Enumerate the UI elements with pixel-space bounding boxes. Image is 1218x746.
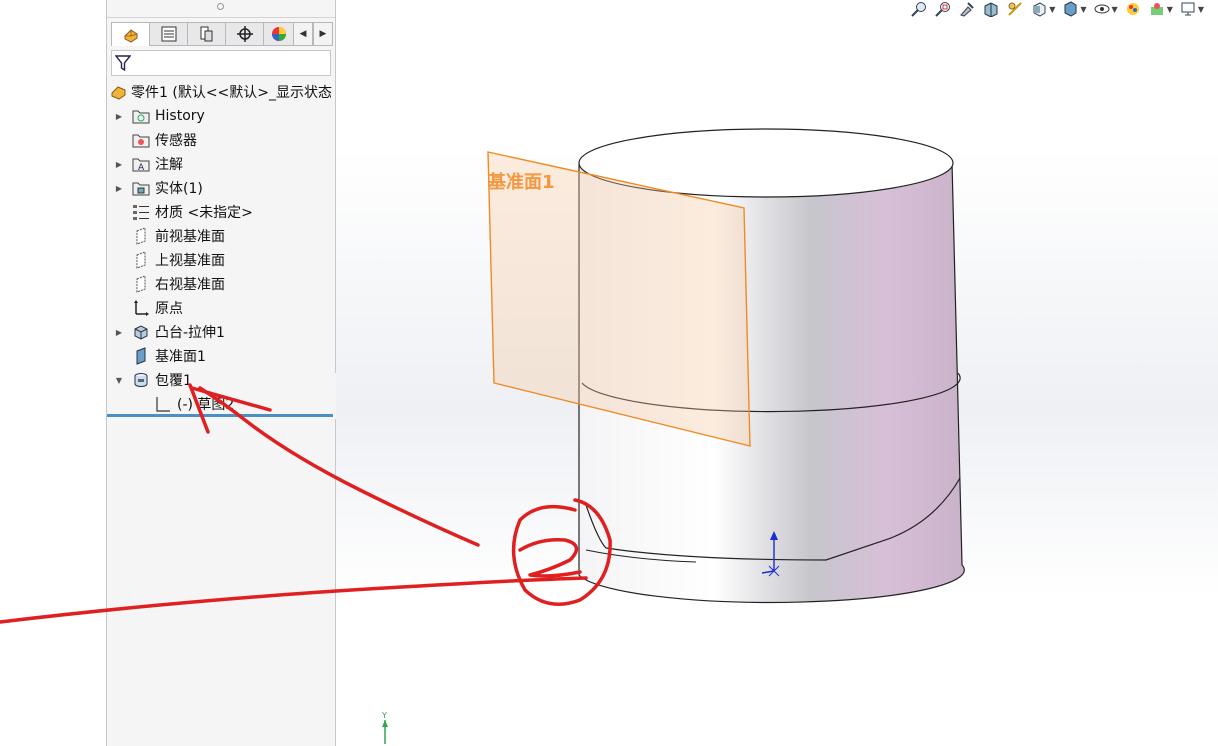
wrap-feature-icon xyxy=(132,371,150,389)
plane-icon xyxy=(132,275,150,293)
triangle-left-icon: ◀ xyxy=(299,29,307,39)
annotation-folder-icon: A xyxy=(132,155,150,173)
configuration-manager-icon xyxy=(200,26,212,42)
panel-divider xyxy=(107,17,335,18)
dimxpert-icon xyxy=(236,26,253,42)
feature-manager-icon xyxy=(124,28,137,43)
feature-manager-panel: ◀ ▶ 零件1 (默认<<默认>_显示状态 ▶ History 传感器 ▶ A … xyxy=(106,0,336,746)
graphics-viewport[interactable]: ▼ ▼ ▼ ▼ ▼ 基准面1 Y xyxy=(336,0,1218,746)
tree-item-top-plane[interactable]: 上视基准面 xyxy=(107,248,335,272)
model-canvas: 基准面1 Y xyxy=(381,128,965,744)
origin-icon xyxy=(132,299,150,317)
tree-item-label: 凸台-拉伸1 xyxy=(155,325,225,341)
tree-item-label: 材质 <未指定> xyxy=(155,205,253,221)
tree-item-label: 基准面1 xyxy=(155,349,206,365)
manager-tab-bar: ◀ ▶ xyxy=(111,22,333,46)
rollback-bar[interactable] xyxy=(107,414,333,417)
tab-scroll-left-button[interactable]: ◀ xyxy=(293,22,313,46)
tab-configuration-manager[interactable] xyxy=(187,22,225,46)
tree-item-solid-bodies[interactable]: ▶ 实体(1) xyxy=(107,176,335,200)
plane-icon xyxy=(132,347,150,365)
expand-arrow-icon[interactable]: ▶ xyxy=(114,327,124,337)
tree-item-label: 右视基准面 xyxy=(155,277,225,293)
tab-property-manager[interactable] xyxy=(149,22,187,46)
tree-item-label: (-) 草图2 xyxy=(177,397,235,413)
tab-scroll-right-button[interactable]: ▶ xyxy=(313,22,333,46)
tree-item-sensors[interactable]: 传感器 xyxy=(107,128,335,152)
tab-display-manager[interactable] xyxy=(263,22,293,46)
svg-text:A: A xyxy=(138,163,145,172)
sketch-icon xyxy=(154,395,172,413)
tab-dimxpert-manager[interactable] xyxy=(225,22,263,46)
tree-item-label: 原点 xyxy=(155,301,183,317)
boss-extrude-icon xyxy=(132,323,150,341)
part-icon xyxy=(110,83,128,101)
triangle-right-icon: ▶ xyxy=(319,29,327,39)
tree-root-label: 零件1 (默认<<默认>_显示状态 xyxy=(131,85,333,101)
triad-y-label: Y xyxy=(381,711,387,720)
view-triad: Y xyxy=(381,711,388,744)
desktop-margin xyxy=(0,0,106,746)
property-manager-icon xyxy=(161,26,176,42)
tree-item-sketch2[interactable]: (-) 草图2 xyxy=(107,392,335,416)
plane-icon xyxy=(132,251,150,269)
solid-bodies-folder-icon xyxy=(132,179,150,197)
tree-item-label: 包覆1 xyxy=(155,373,192,389)
tree-item-label: 实体(1) xyxy=(155,181,203,197)
history-folder-icon xyxy=(132,107,150,125)
material-icon xyxy=(132,203,150,221)
expand-arrow-icon[interactable]: ▶ xyxy=(114,183,124,193)
tab-feature-manager[interactable] xyxy=(111,22,149,46)
tree-item-annotations[interactable]: ▶ A 注解 xyxy=(107,152,335,176)
tree-item-boss-extrude[interactable]: ▶ 凸台-拉伸1 xyxy=(107,320,335,344)
tree-filter-box[interactable] xyxy=(111,50,331,76)
filter-funnel-icon xyxy=(115,55,131,72)
expand-arrow-icon[interactable]: ▶ xyxy=(114,159,124,169)
expand-arrow-icon[interactable]: ▶ xyxy=(114,111,124,121)
tree-item-front-plane[interactable]: 前视基准面 xyxy=(107,224,335,248)
tree-item-label: 前视基准面 xyxy=(155,229,225,245)
tree-item-origin[interactable]: 原点 xyxy=(107,296,335,320)
tree-item-label: 上视基准面 xyxy=(155,253,225,269)
tree-item-history[interactable]: ▶ History xyxy=(107,104,335,128)
collapse-arrow-icon[interactable]: ▼ xyxy=(114,375,124,385)
panel-grip-icon[interactable] xyxy=(217,3,224,10)
tree-item-wrap1[interactable]: ▼ 包覆1 xyxy=(107,368,335,392)
tree-item-label: 传感器 xyxy=(155,133,197,149)
plane-icon xyxy=(132,227,150,245)
plane-label[interactable]: 基准面1 xyxy=(487,171,555,193)
sensor-folder-icon xyxy=(132,131,150,149)
tree-item-label: History xyxy=(155,108,205,124)
tree-item-right-plane[interactable]: 右视基准面 xyxy=(107,272,335,296)
tree-root-part[interactable]: 零件1 (默认<<默认>_显示状态 xyxy=(107,80,335,104)
tree-item-label: 注解 xyxy=(155,157,183,173)
tree-item-material[interactable]: 材质 <未指定> xyxy=(107,200,335,224)
tree-item-plane1[interactable]: 基准面1 xyxy=(107,344,335,368)
display-manager-icon xyxy=(271,27,286,41)
